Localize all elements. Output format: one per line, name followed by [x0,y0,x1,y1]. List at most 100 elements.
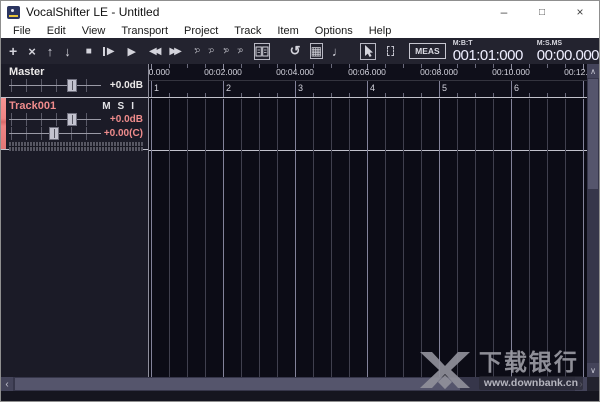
delete-icon[interactable]: × [28,44,36,59]
move-up-icon[interactable]: ↑ [47,44,54,59]
ruler-tick [277,93,278,97]
zoom-in-vertical-icon[interactable] [223,43,229,59]
add-track-icon[interactable]: + [9,43,17,59]
watermark: 下载银行 www.downbank.cn [419,350,583,390]
ruler-tick [223,81,224,97]
stop-icon[interactable]: ■ [86,46,92,57]
pointer-tool-icon[interactable] [359,42,376,60]
watermark-logo-icon [419,352,470,390]
menu-options[interactable]: Options [307,25,361,37]
menu-transport[interactable]: Transport [113,25,176,37]
ruler-tick [547,64,548,68]
input-toggle[interactable]: I [131,101,134,112]
measure-label: 1 [154,83,160,93]
menu-bar: File Edit View Transport Project Track I… [1,23,599,38]
zoom-out-vertical-icon[interactable] [237,43,243,59]
ruler-tick [529,93,530,97]
menu-item[interactable]: Item [269,25,306,37]
solo-toggle[interactable]: S [118,101,125,112]
note-icon[interactable]: ♩ [332,44,345,59]
maximize-button[interactable]: □ [523,1,561,23]
ruler-tick [331,64,332,68]
gridline [511,99,512,377]
menu-help[interactable]: Help [361,25,400,37]
title-bar: VocalShifter LE - Untitled – □ × [1,1,599,23]
mute-toggle[interactable]: M [102,101,110,112]
vertical-scrollbar[interactable]: ∧ ∨ [587,64,599,377]
close-button[interactable]: × [561,1,599,23]
scroll-down-button[interactable]: ∨ [587,363,599,377]
menu-edit[interactable]: Edit [39,25,74,37]
gridline [367,99,368,377]
track-pitch-slider[interactable] [9,127,101,140]
gridline [547,99,548,377]
gridline [223,99,224,377]
timeline-ruler[interactable]: 00:00.000 00:02.000 00:04.000 00:06.000 00:0… [149,64,589,98]
pause-icon[interactable]: ▶ [103,46,115,57]
gridline [475,99,476,377]
toolbar: + × ↑ ↓ ■ ▶ ▶ ◀◀ ▶▶ ↺ ▦ ♩ MEAS M:B:T 001… [1,38,599,64]
msms-display: M:S.MS 00:00.000 [537,40,599,63]
ruler-tick [187,93,188,97]
gridline [295,99,296,377]
zoom-out-horizontal-icon[interactable] [208,43,214,59]
track-gain-slider[interactable] [9,113,101,126]
time-label: 00:00.000 [149,67,170,77]
gridline [529,99,530,377]
level-meter [9,142,143,151]
scrollbar-corner [587,377,599,391]
track001-header[interactable]: Track001 M S I +0.0dB +0.00(C) [1,98,148,151]
measure-label: 5 [442,83,448,93]
zoom-in-horizontal-icon[interactable] [194,43,200,59]
horizontal-scrollbar-thumb[interactable] [15,378,460,390]
time-label: 00:06.000 [348,67,386,77]
score-view-icon[interactable] [253,42,270,60]
meas-button[interactable]: MEAS [409,43,446,59]
scroll-left-button[interactable]: ‹ [1,377,13,391]
menu-file[interactable]: File [5,25,39,37]
ruler-measures[interactable]: 1 2 3 4 5 6 [149,81,589,97]
play-icon[interactable]: ▶ [128,45,136,58]
track001-name: Track001 [9,100,57,112]
ruler-tick [547,93,548,97]
track-gain-slider-handle[interactable] [67,113,77,126]
master-track-name: Master [9,66,45,78]
ruler-tick [169,93,170,97]
gridline [241,99,242,377]
fast-forward-icon[interactable]: ▶▶ [169,46,181,57]
gridline [385,99,386,377]
rewind-icon[interactable]: ◀◀ [149,46,161,57]
app-icon [7,5,20,19]
loop-icon[interactable]: ↺ [290,43,301,59]
ruler-tick [205,93,206,97]
ruler-tick [421,93,422,97]
ruler-tick [331,93,332,97]
gridline [187,99,188,377]
time-label: 00:12.000 [564,67,589,77]
track-panel: Master +0.0dB Track001 M S I +0.0dB +0.0… [1,64,149,377]
master-gain-slider[interactable] [9,79,101,92]
grid-area[interactable] [149,99,589,377]
menu-track[interactable]: Track [226,25,269,37]
gridline [583,99,584,377]
ruler-time[interactable]: 00:00.000 00:02.000 00:04.000 00:06.000 00:0… [149,64,589,81]
track-pitch-slider-handle[interactable] [49,127,59,140]
track-color-bar [1,98,6,149]
master-track-header[interactable]: Master +0.0dB [1,64,148,98]
ruler-tick [151,81,152,97]
bottom-strip [1,391,599,401]
ruler-tick [313,93,314,97]
move-down-icon[interactable]: ↓ [64,44,71,59]
msms-label: M:S.MS [536,39,563,47]
menu-view[interactable]: View [74,25,114,37]
scroll-up-button[interactable]: ∧ [587,64,599,78]
vertical-scrollbar-thumb[interactable] [588,79,598,189]
minimize-button[interactable]: – [485,1,523,23]
gridline [277,99,278,377]
grid-icon[interactable]: ▦ [309,43,323,59]
selection-tool-icon[interactable] [386,46,395,56]
menu-project[interactable]: Project [176,25,226,37]
master-gain-slider-handle[interactable] [67,79,77,92]
gridline [457,99,458,377]
track-row-divider [149,150,589,151]
